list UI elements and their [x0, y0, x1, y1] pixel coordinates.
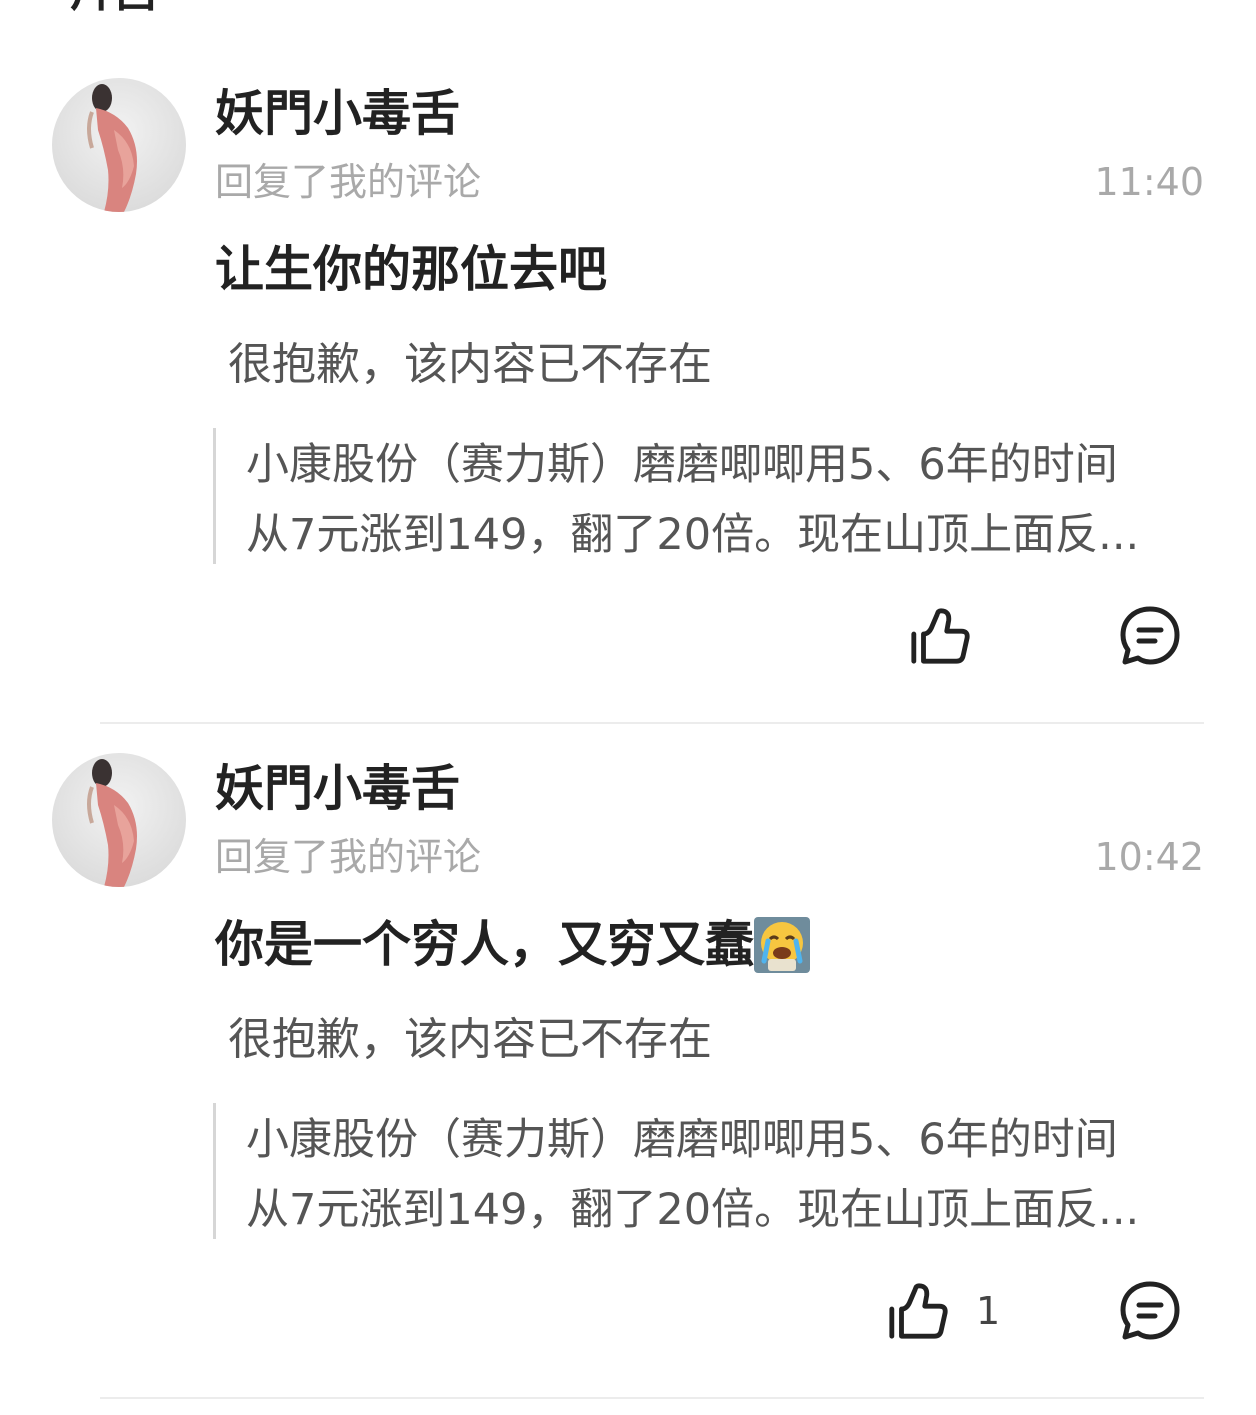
thumbs-up-icon [889, 1283, 948, 1339]
thumbs-up-icon [911, 608, 970, 664]
reply-button[interactable] [1118, 604, 1182, 668]
like-button[interactable] [908, 604, 970, 668]
username[interactable]: 妖門小毒舌 [215, 82, 460, 146]
like-button[interactable]: 1 [886, 1279, 1000, 1343]
quote-line: 从7元涨到149，翻了20倍。现在山顶上面反... [246, 1185, 1140, 1235]
quote-line: 从7元涨到149，翻了20倍。现在山顶上面反... [246, 510, 1140, 560]
notification-item[interactable]: 妖門小毒舌 回复了我的评论 10:42 你是一个穷人，又穷又蠢 很抱歉，该内容已… [0, 675, 1256, 1399]
crying-emoji-icon [754, 917, 811, 973]
username[interactable]: 妖門小毒舌 [215, 757, 460, 821]
timestamp: 11:40 [1094, 160, 1204, 204]
action-text: 回复了我的评论 [215, 835, 482, 879]
avatar[interactable] [52, 753, 186, 887]
quote-line: 小康股份（赛力斯）磨磨唧唧用5、6年的时间 [246, 1115, 1118, 1165]
reply-content: 让生你的那位去吧 [215, 241, 608, 298]
like-count: 1 [976, 1289, 1001, 1333]
deleted-notice: 很抱歉，该内容已不存在 [228, 1014, 712, 1065]
divider [100, 1397, 1204, 1399]
comment-icon [1120, 606, 1180, 665]
reply-content: 你是一个穷人，又穷又蠢 [215, 916, 755, 973]
quote-line: 小康股份（赛力斯）磨磨唧唧用5、6年的时间 [246, 440, 1118, 490]
notification-item[interactable]: 妖門小毒舌 回复了我的评论 11:40 让生你的那位去吧 很抱歉，该内容已不存在… [0, 0, 1256, 724]
deleted-notice: 很抱歉，该内容已不存在 [228, 339, 712, 390]
reply-button[interactable] [1118, 1279, 1182, 1343]
reply-text: 你是一个穷人，又穷又蠢 [215, 913, 811, 977]
avatar-image [52, 78, 186, 212]
quoted-comment[interactable]: 小康股份（赛力斯）磨磨唧唧用5、6年的时间 从7元涨到149，翻了20倍。现在山… [213, 428, 1208, 564]
avatar-image [52, 753, 186, 887]
action-text: 回复了我的评论 [215, 160, 482, 204]
quoted-comment[interactable]: 小康股份（赛力斯）磨磨唧唧用5、6年的时间 从7元涨到149，翻了20倍。现在山… [213, 1103, 1208, 1239]
comment-icon [1120, 1281, 1180, 1340]
avatar[interactable] [52, 78, 186, 212]
reply-text: 让生你的那位去吧 [215, 238, 607, 302]
timestamp: 10:42 [1094, 835, 1204, 879]
